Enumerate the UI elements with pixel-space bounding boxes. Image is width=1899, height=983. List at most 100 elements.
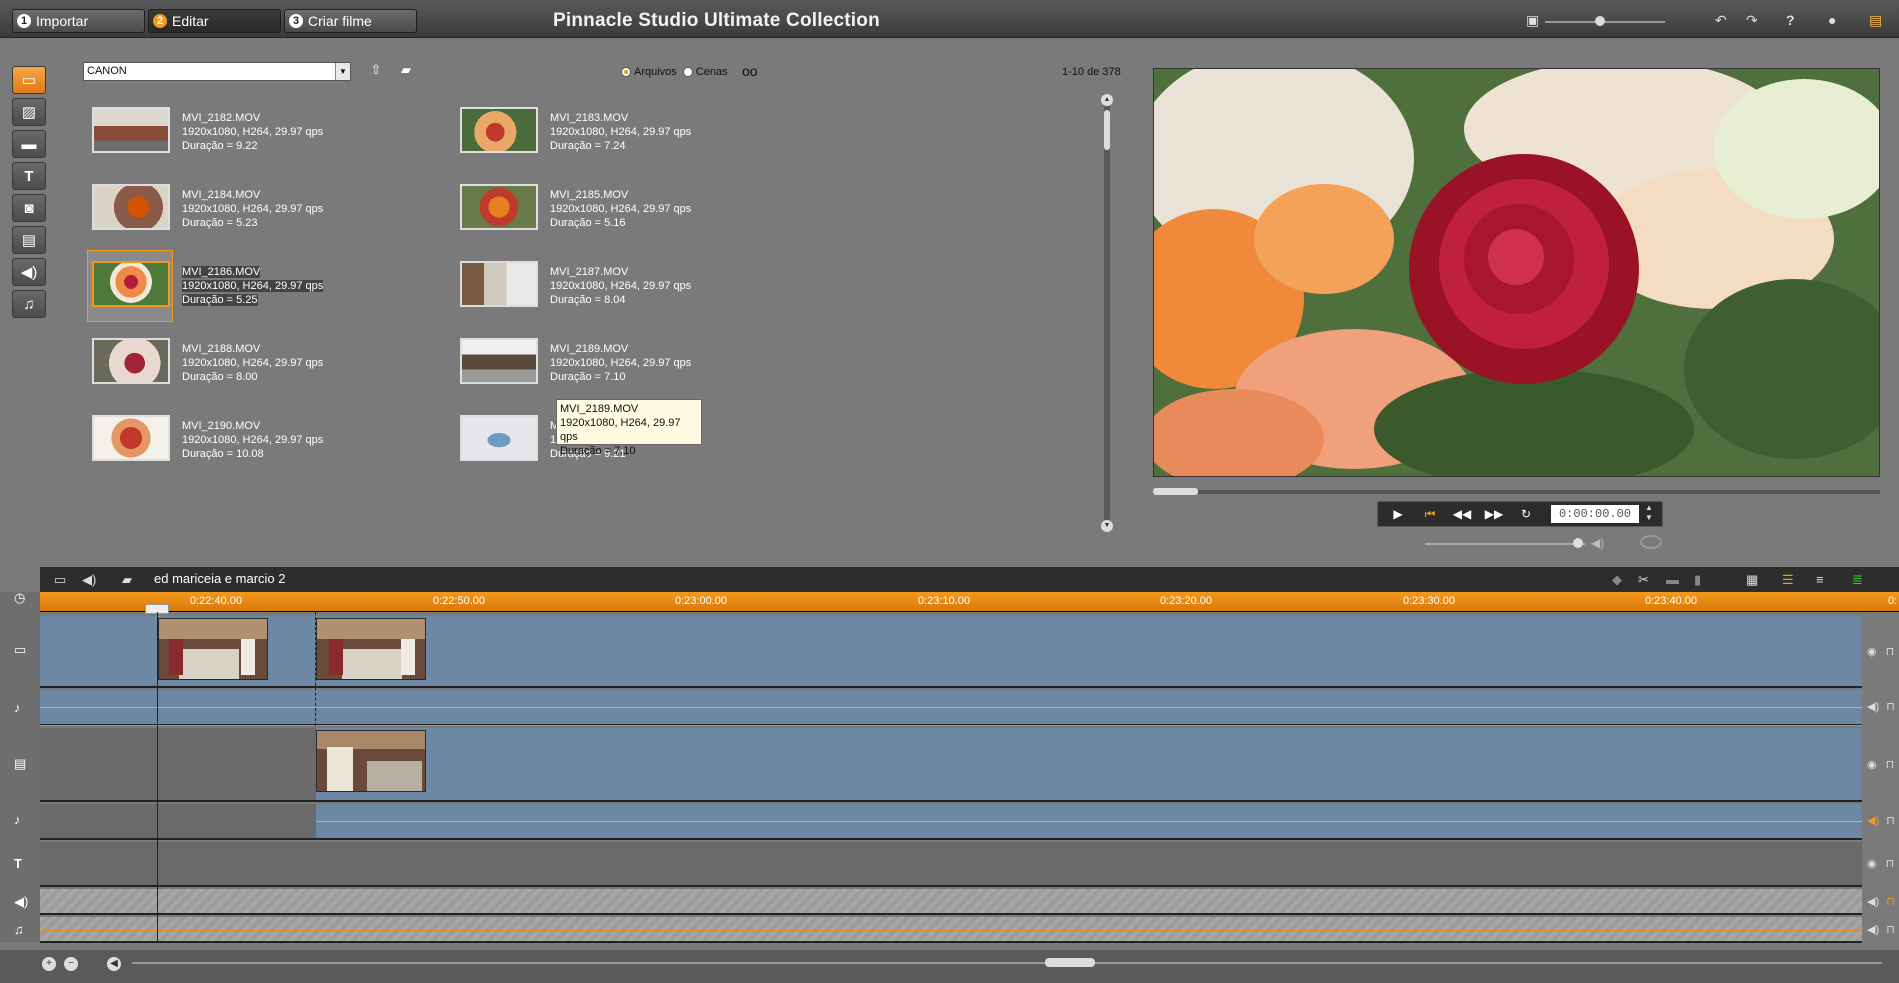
clip-thumbnail[interactable] bbox=[92, 415, 170, 461]
radio-cenas[interactable] bbox=[682, 67, 693, 77]
clip-thumbnail[interactable] bbox=[92, 338, 170, 384]
glasses-icon[interactable]: oo bbox=[742, 63, 758, 79]
storyboard-icon[interactable]: ▬ bbox=[1666, 572, 1679, 587]
timecode-field[interactable]: 0:00:00.00 bbox=[1551, 505, 1639, 523]
clip-item[interactable]: MVI_2188.MOV 1920x1080, H264, 29.97 qps … bbox=[92, 338, 392, 398]
overlay-icon[interactable]: ▤ bbox=[14, 756, 26, 772]
speaker-icon[interactable]: ◀) bbox=[1867, 701, 1879, 713]
eye-icon[interactable]: ◉ bbox=[1867, 759, 1877, 771]
snapshot-category-button[interactable]: ◙ bbox=[12, 194, 46, 222]
title-track[interactable] bbox=[40, 842, 1862, 887]
go-to-start-icon[interactable]: ⏮ bbox=[1418, 504, 1442, 524]
folder-icon[interactable]: ▰ bbox=[122, 572, 132, 588]
text-view-icon[interactable]: ≡ bbox=[1816, 572, 1824, 587]
clip-item[interactable]: MVI_2184.MOV 1920x1080, H264, 29.97 qps … bbox=[92, 184, 392, 244]
lock-icon[interactable]: ⊓ bbox=[1886, 858, 1895, 870]
music-category-button[interactable]: ♫ bbox=[12, 290, 46, 318]
clock-icon[interactable]: ◷ bbox=[14, 590, 25, 606]
photo-category-button[interactable]: ▨ bbox=[12, 98, 46, 126]
clip-thumbnail[interactable] bbox=[92, 107, 170, 153]
timeline-scrollbar[interactable] bbox=[132, 962, 1882, 964]
clip-thumbnail[interactable] bbox=[460, 261, 538, 307]
video-category-button[interactable]: ▭ bbox=[12, 66, 46, 94]
clip-item[interactable]: MVI_2185.MOV 1920x1080, H264, 29.97 qps … bbox=[460, 184, 760, 244]
undo-icon[interactable]: ↶ bbox=[1715, 12, 1727, 29]
camera-icon[interactable]: ▭ bbox=[14, 642, 26, 658]
clip-item[interactable]: MVI_2190.MOV 1920x1080, H264, 29.97 qps … bbox=[92, 415, 392, 475]
menus-category-button[interactable]: ▤ bbox=[12, 226, 46, 254]
step-forward-icon[interactable]: ▶▶ bbox=[1482, 504, 1506, 524]
help-icon[interactable]: ? bbox=[1786, 12, 1795, 28]
speaker-icon[interactable]: ◀) bbox=[1867, 924, 1879, 936]
clip-thumbnail[interactable] bbox=[460, 415, 538, 461]
timecode-stepper-icon[interactable]: ▲ ▼ bbox=[1645, 503, 1653, 523]
folder-icon[interactable]: ▰ bbox=[397, 62, 415, 80]
text-icon[interactable]: T bbox=[14, 856, 22, 871]
folder-up-icon[interactable]: ⇧ bbox=[367, 62, 385, 80]
microphone-icon[interactable]: ♪ bbox=[14, 700, 21, 715]
audio-level-icon[interactable]: ≣ bbox=[1852, 572, 1863, 588]
tab-criar-filme[interactable]: 3 Criar filme bbox=[284, 9, 417, 33]
disc-icon[interactable] bbox=[1640, 535, 1662, 549]
play-icon[interactable]: ▶ bbox=[1386, 504, 1410, 524]
camera-icon[interactable]: ▭ bbox=[54, 572, 66, 588]
titles-category-button[interactable]: T bbox=[12, 162, 46, 190]
zoom-out-icon[interactable]: − bbox=[64, 957, 78, 971]
overlay-track[interactable] bbox=[40, 728, 1862, 802]
folder-dropdown[interactable]: CANON ▼ bbox=[83, 62, 351, 81]
clip-item-selected[interactable]: MVI_2186.MOV 1920x1080, H264, 29.97 qps … bbox=[92, 261, 392, 321]
audio-track[interactable] bbox=[40, 690, 1862, 726]
scroll-up-icon[interactable]: ▲ bbox=[1101, 94, 1113, 106]
music-icon[interactable]: ♫ bbox=[14, 922, 24, 937]
library-scrollbar[interactable] bbox=[1104, 94, 1110, 522]
microphone-icon[interactable]: ♪ bbox=[14, 812, 21, 827]
speaker-icon[interactable]: ◀) bbox=[82, 572, 96, 588]
volume-icon[interactable]: ◀) bbox=[1591, 536, 1604, 550]
clip-thumbnail[interactable] bbox=[92, 184, 170, 230]
lock-icon[interactable]: ⊓ bbox=[1886, 646, 1895, 658]
speaker-icon[interactable]: ◀) bbox=[14, 894, 28, 910]
clip-item[interactable]: MVI_2182.MOV 1920x1080, H264, 29.97 qps … bbox=[92, 107, 392, 167]
scroll-down-icon[interactable]: ▼ bbox=[1101, 520, 1113, 532]
preview-scrubber[interactable] bbox=[1153, 490, 1880, 494]
scroll-left-icon[interactable]: ◀ bbox=[107, 957, 121, 971]
timeline-view-icon[interactable]: ☰ bbox=[1782, 572, 1794, 588]
screen-icon[interactable]: ▣ bbox=[1526, 12, 1539, 29]
lock-icon[interactable]: ⊓ bbox=[1886, 759, 1895, 771]
clip-item[interactable]: MVI_2189.MOV 1920x1080, H264, 29.97 qps … bbox=[460, 338, 760, 398]
eye-icon[interactable]: ◉ bbox=[1867, 858, 1877, 870]
speaker-icon[interactable]: ◀) bbox=[1867, 896, 1879, 908]
step-back-icon[interactable]: ◀◀ bbox=[1450, 504, 1474, 524]
tab-editar[interactable]: 2 Editar bbox=[148, 9, 281, 33]
timeline-overlay-clip[interactable] bbox=[316, 730, 426, 792]
clip-thumbnail[interactable] bbox=[460, 184, 538, 230]
razor-icon[interactable]: ✂ bbox=[1638, 572, 1649, 588]
lock-icon[interactable]: ⊓ bbox=[1886, 815, 1895, 827]
video-track[interactable] bbox=[40, 616, 1862, 688]
lock-icon[interactable]: ⊓ bbox=[1886, 924, 1895, 936]
zoom-in-icon[interactable]: + bbox=[42, 957, 56, 971]
timeline-scrollbar-thumb[interactable] bbox=[1045, 958, 1095, 967]
sound-effects-category-button[interactable]: ◀) bbox=[12, 258, 46, 286]
preview-scrubber-knob[interactable] bbox=[1153, 488, 1198, 495]
clip-thumbnail[interactable] bbox=[460, 338, 538, 384]
timeline-ruler[interactable]: 0:22:40.00 0:22:50.00 0:23:00.00 0:23:10… bbox=[40, 592, 1899, 612]
sound-effects-track[interactable] bbox=[40, 889, 1862, 915]
timeline-video-clip[interactable] bbox=[158, 618, 268, 680]
lightbulb-icon[interactable]: ● bbox=[1828, 12, 1836, 28]
clip-thumbnail[interactable] bbox=[460, 107, 538, 153]
timeline-video-clip[interactable] bbox=[316, 618, 426, 680]
transitions-category-button[interactable]: ▬ bbox=[12, 130, 46, 158]
redo-icon[interactable]: ↷ bbox=[1746, 12, 1758, 29]
speaker-icon[interactable]: ◀) bbox=[1867, 815, 1879, 827]
ui-size-slider[interactable] bbox=[1545, 21, 1665, 23]
eye-icon[interactable]: ◉ bbox=[1867, 646, 1877, 658]
loop-icon[interactable]: ↻ bbox=[1514, 504, 1538, 524]
library-scrollbar-thumb[interactable] bbox=[1104, 110, 1110, 150]
volume-slider-knob[interactable] bbox=[1573, 538, 1583, 548]
ui-size-slider-knob[interactable] bbox=[1595, 16, 1605, 26]
clip-thumbnail[interactable] bbox=[92, 261, 170, 307]
clip-item[interactable]: MVI_2187.MOV 1920x1080, H264, 29.97 qps … bbox=[460, 261, 760, 321]
volume-slider[interactable] bbox=[1425, 543, 1585, 545]
preview-player[interactable] bbox=[1153, 68, 1880, 477]
